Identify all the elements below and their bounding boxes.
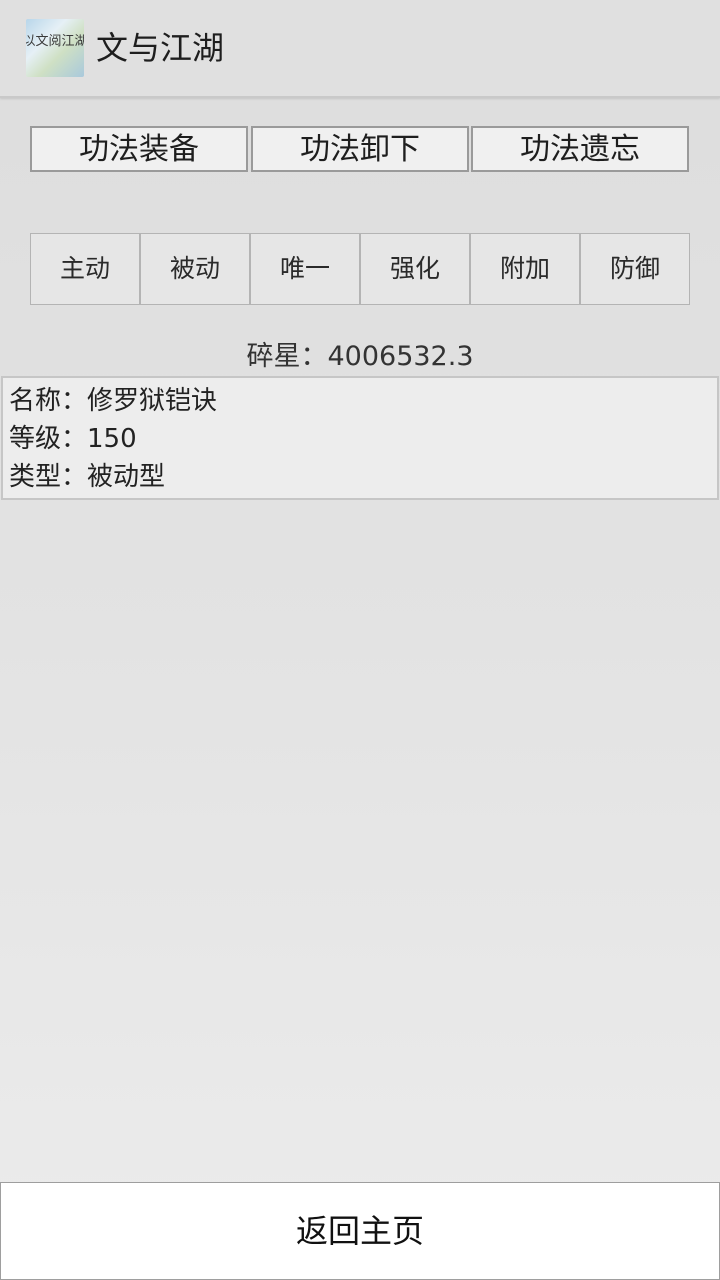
equip-skill-button[interactable]: 功法装备 — [30, 126, 248, 172]
currency-display: 碎星：4006532.3 — [246, 341, 474, 372]
skill-name: 名称：修罗狱铠诀 — [9, 386, 218, 416]
skill-level: 等级：150 — [9, 424, 137, 454]
unequip-skill-button[interactable]: 功法卸下 — [251, 126, 469, 172]
category-enhance-button[interactable]: 强化 — [360, 233, 470, 305]
category-unique-button[interactable]: 唯一 — [250, 233, 360, 305]
category-extra-button[interactable]: 附加 — [470, 233, 580, 305]
return-home-button[interactable]: 返回主页 — [0, 1182, 720, 1280]
category-passive-button[interactable]: 被动 — [140, 233, 250, 305]
skill-info-item[interactable]: 名称：修罗狱铠诀 等级：150 类型：被动型 — [1, 376, 719, 500]
forget-skill-button[interactable]: 功法遗忘 — [471, 126, 689, 172]
app-logo-icon: 以文阅江湖 — [26, 19, 84, 77]
category-defense-button[interactable]: 防御 — [580, 233, 690, 305]
skill-type: 类型：被动型 — [9, 462, 166, 492]
app-title: 文与江湖 — [96, 29, 225, 67]
app-bar: 以文阅江湖 文与江湖 — [0, 0, 720, 98]
svg-text:以文阅江湖: 以文阅江湖 — [26, 34, 84, 49]
category-active-button[interactable]: 主动 — [30, 233, 140, 305]
